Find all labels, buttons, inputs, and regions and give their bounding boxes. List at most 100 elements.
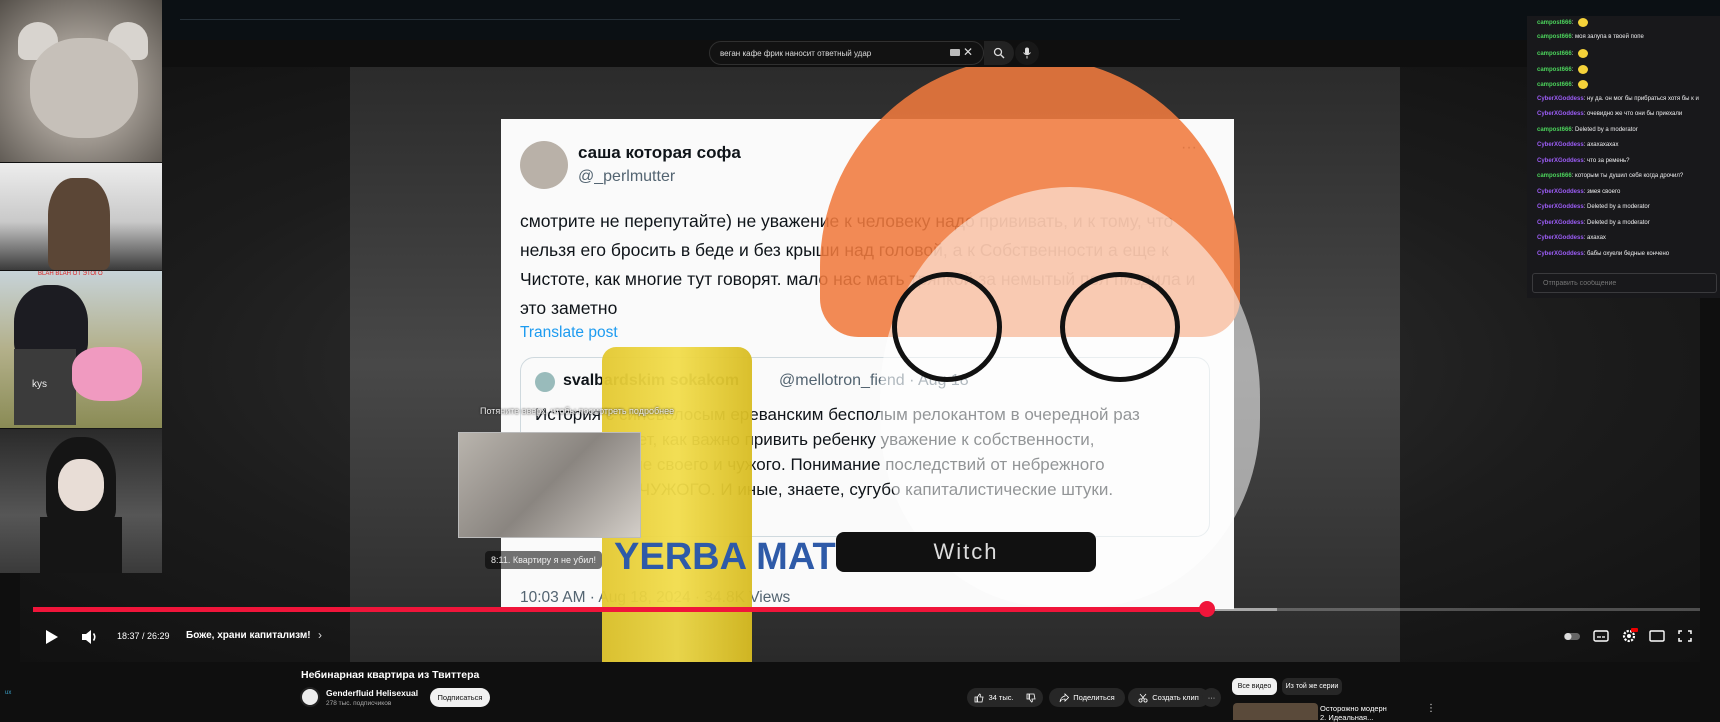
share-icon <box>1059 692 1070 702</box>
quote-avatar <box>535 372 555 392</box>
chat-text: змея своего <box>1587 188 1621 195</box>
character-body <box>40 517 122 573</box>
edge-label: ux <box>5 690 12 696</box>
chat-message: CyberXGoddess: ахахахахах <box>1537 142 1619 148</box>
recommended-thumbnail[interactable] <box>1233 703 1318 720</box>
chat-username[interactable]: CyberXGoddess <box>1537 96 1584 102</box>
play-button[interactable] <box>41 627 61 647</box>
chat-message: campost666: <box>1537 49 1589 58</box>
chat-username[interactable]: campost666 <box>1537 82 1572 88</box>
character-face <box>58 459 104 511</box>
more-vertical-icon[interactable]: ⋮ <box>1426 703 1436 714</box>
more-actions-button[interactable]: ··· <box>1202 688 1221 707</box>
more-icon: ··· <box>1207 693 1216 702</box>
chat-username[interactable]: CyberXGoddess <box>1537 251 1584 257</box>
chat-username[interactable]: campost666 <box>1537 51 1572 57</box>
chat-text: очевидно же что они бы приехали <box>1587 111 1683 117</box>
chat-username[interactable]: CyberXGoddess <box>1537 189 1584 195</box>
emote-icon <box>1578 49 1589 58</box>
preview-chapter-label: 8:11. Квартиру я не убил! <box>485 551 603 569</box>
chat-text: Deleted by a moderator <box>1587 204 1650 210</box>
channel-avatar[interactable] <box>300 687 320 707</box>
chat-message: CyberXGoddess: ну да. он мог бы прибрать… <box>1537 95 1699 102</box>
theater-icon <box>1649 630 1665 642</box>
chat-username[interactable]: campost666 <box>1537 127 1572 133</box>
chat-text: которым ты душил себя когда дрочил? <box>1575 173 1684 179</box>
play-icon <box>46 630 58 644</box>
video-player[interactable]: саша которая софа @_perlmutter ··· смотр… <box>20 67 1700 662</box>
chat-message: CyberXGoddess: ахахах <box>1537 235 1606 241</box>
share-button[interactable]: Поделиться <box>1049 688 1125 707</box>
chapter-title[interactable]: Боже, храни капитализм! <box>186 630 311 641</box>
chevron-right-icon[interactable]: › <box>318 628 322 642</box>
chip-same-series[interactable]: Из той же серии <box>1282 678 1342 695</box>
volume-icon <box>82 630 96 644</box>
microphone-icon <box>1023 47 1031 59</box>
fullscreen-button[interactable] <box>1676 628 1694 644</box>
pink-character <box>72 347 142 401</box>
channel-name[interactable]: Genderfluid Helisexual <box>326 688 418 698</box>
chat-username[interactable]: campost666 <box>1537 20 1572 26</box>
fullscreen-icon <box>1678 630 1692 642</box>
chat-text: что за ремень? <box>1587 157 1630 164</box>
chip-all-videos[interactable]: Все видео <box>1232 678 1277 695</box>
subtitles-button[interactable] <box>1592 628 1610 644</box>
chat-message: campost666: моя залупа в твоей попе <box>1537 33 1644 40</box>
chat-message: campost666: Deleted by a moderator <box>1537 126 1638 133</box>
chat-username[interactable]: campost666 <box>1537 173 1572 179</box>
chat-message: campost666: <box>1537 18 1589 27</box>
toggle-icon <box>1564 633 1580 640</box>
search-button[interactable] <box>984 41 1014 65</box>
like-button[interactable]: 34 тыс. <box>967 688 1043 707</box>
chat-username[interactable]: CyberXGoddess <box>1537 158 1584 164</box>
divider <box>180 19 1180 20</box>
chat-username[interactable]: CyberXGoddess <box>1537 111 1584 117</box>
chat-username[interactable]: CyberXGoddess <box>1537 204 1584 210</box>
scrubber-handle[interactable] <box>1198 601 1215 617</box>
chat-username[interactable]: CyberXGoddess <box>1537 142 1584 148</box>
webcam-streamer <box>0 163 162 270</box>
chat-username[interactable]: CyberXGoddess <box>1537 235 1584 241</box>
webcam-anime-character: BLAH BLAH ОТ ЭТОГО kys <box>0 271 162 428</box>
chat-text: Deleted by a moderator <box>1575 126 1638 133</box>
overlay-text: BLAH BLAH ОТ ЭТОГО <box>38 271 103 277</box>
time-display: 18:37 / 26:29 <box>117 631 170 641</box>
search-input[interactable]: веган кафе фрик наносит ответный удар <box>709 41 984 65</box>
chat-text: ахахахахах <box>1587 142 1619 148</box>
share-label: Поделиться <box>1073 693 1115 702</box>
preview-hint: Потяните вверх, чтобы посмотреть подробн… <box>480 406 675 416</box>
settings-button[interactable] <box>1620 628 1638 644</box>
chat-message: campost666: <box>1537 64 1589 74</box>
theater-mode-button[interactable] <box>1648 628 1666 644</box>
volume-button[interactable] <box>80 628 100 646</box>
chat-text: ну да. он мог бы прибраться хотя бы к и <box>1587 95 1699 102</box>
chat-message: campost666: <box>1537 80 1589 89</box>
can-label: YERBA MATE <box>614 536 861 578</box>
chat-text: Deleted by a moderator <box>1587 219 1650 226</box>
recommended-title[interactable]: Осторожно модерн 2. Идеальная... <box>1320 704 1390 722</box>
autoplay-toggle[interactable] <box>1563 628 1581 644</box>
like-count: 34 тыс. <box>988 693 1014 702</box>
scissors-icon <box>1138 693 1148 703</box>
glasses-right <box>1060 272 1180 382</box>
tweet-author-name: саша которая софа <box>578 143 741 162</box>
voice-search-button[interactable] <box>1015 41 1039 65</box>
chat-username[interactable]: campost666 <box>1537 34 1572 40</box>
chat-text: ахахах <box>1587 235 1606 241</box>
keyboard-icon[interactable] <box>950 49 960 56</box>
translate-link: Translate post <box>520 324 618 341</box>
top-bar <box>0 0 1720 40</box>
video-title: Небинарная квартира из Твиттера <box>301 669 480 681</box>
subscribe-button[interactable]: Подписаться <box>430 688 490 707</box>
chat-input[interactable] <box>1532 273 1717 293</box>
clip-button[interactable]: Создать клип <box>1128 688 1209 707</box>
chat-panel: campost666: campost666: моя залупа в тво… <box>1527 16 1720 298</box>
chat-message: CyberXGoddess: что за ремень? <box>1537 157 1630 164</box>
clear-icon[interactable]: ✕ <box>962 45 974 59</box>
chat-username[interactable]: CyberXGoddess <box>1537 220 1584 226</box>
thumbs-down-icon[interactable] <box>1026 693 1036 703</box>
emote-icon <box>1578 80 1589 89</box>
chat-message: CyberXGoddess: бабы охуели бедные кончен… <box>1537 250 1670 257</box>
chat-message: CyberXGoddess: Deleted by a moderator <box>1537 219 1650 226</box>
chat-username[interactable]: campost666 <box>1537 67 1572 73</box>
